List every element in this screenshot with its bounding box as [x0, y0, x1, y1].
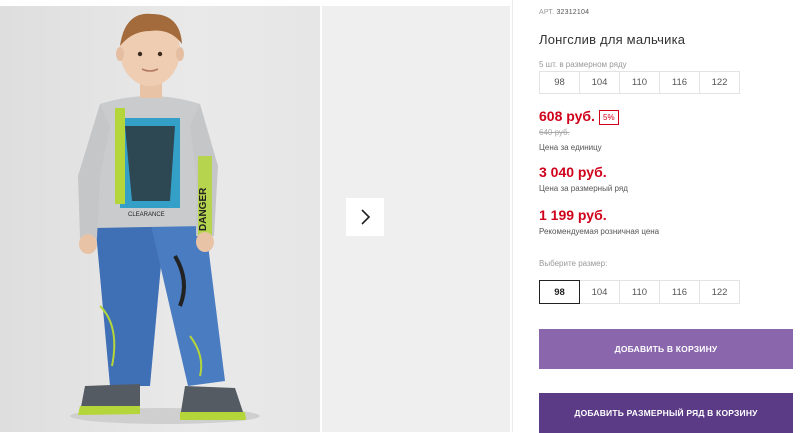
row-size-item: 122: [699, 71, 740, 94]
row-size-item: 116: [659, 71, 700, 94]
size-option-104[interactable]: 104: [579, 280, 620, 304]
add-row-to-cart-button[interactable]: ДОБАВИТЬ РАЗМЕРНЫЙ РЯД В КОРЗИНУ: [539, 393, 793, 433]
row-size-item: 98: [539, 71, 580, 94]
unit-price-caption: Цена за единицу: [539, 143, 602, 152]
boy-illustration: DANGER CLEARANCE: [70, 13, 260, 424]
size-selector: 98 104 110 116 122: [539, 280, 740, 304]
row-size-list: 98 104 110 116 122: [539, 71, 740, 94]
column-divider: [512, 0, 513, 432]
article-label: АРТ.: [539, 9, 555, 16]
article-line: АРТ. 32312104: [539, 9, 589, 16]
unit-price: 608 руб.: [539, 108, 595, 124]
choose-size-label: Выберите размер:: [539, 259, 608, 268]
row-price-caption: Цена за размерный ряд: [539, 184, 628, 193]
product-title: Лонгслив для мальчика: [539, 32, 686, 47]
row-size-item: 110: [619, 71, 660, 94]
size-option-110[interactable]: 110: [619, 280, 660, 304]
add-to-cart-button[interactable]: ДОБАВИТЬ В КОРЗИНУ: [539, 329, 793, 369]
retail-price: 1 199 руб.: [539, 207, 607, 223]
old-price: 640 руб.: [539, 128, 570, 137]
size-option-116[interactable]: 116: [659, 280, 700, 304]
sleeve-print-text: DANGER: [198, 187, 209, 231]
product-gallery: DANGER CLEARANCE: [0, 0, 510, 432]
shirt-print-text: CLEARANCE: [128, 212, 165, 218]
product-photo[interactable]: DANGER CLEARANCE: [0, 6, 320, 432]
article-number: 32312104: [556, 9, 590, 16]
chevron-right-icon: [361, 209, 371, 225]
size-option-122[interactable]: 122: [699, 280, 740, 304]
size-option-98[interactable]: 98: [539, 280, 580, 304]
discount-badge: 5%: [599, 110, 619, 125]
row-size-note: 5 шт. в размерном ряду: [539, 60, 627, 69]
gallery-next-button[interactable]: [346, 198, 384, 236]
row-price: 3 040 руб.: [539, 164, 607, 180]
retail-price-caption: Рекомендуемая розничная цена: [539, 227, 660, 236]
row-size-item: 104: [579, 71, 620, 94]
